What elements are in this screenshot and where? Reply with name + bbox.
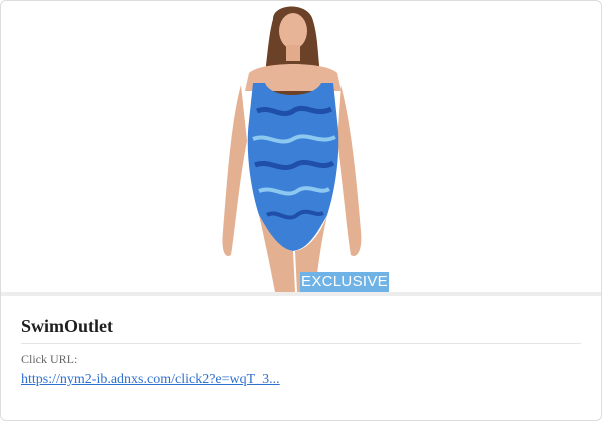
product-photo-swimsuit-model: [222, 6, 362, 292]
ad-image-area[interactable]: EXCLUSIVE: [1, 1, 601, 292]
click-url-label: Click URL:: [21, 352, 78, 366]
ad-info-section: SwimOutlet Click URL: https://nym2-ib.ad…: [21, 306, 581, 388]
ad-preview-card: EXCLUSIVE SwimOutlet Click URL: https://…: [0, 0, 602, 421]
brand-title: SwimOutlet: [21, 306, 581, 344]
image-divider: [1, 292, 601, 296]
exclusive-badge: EXCLUSIVE: [300, 272, 389, 292]
click-url-link[interactable]: https://nym2-ib.adnxs.com/click2?e=wqT_3…: [21, 372, 280, 388]
